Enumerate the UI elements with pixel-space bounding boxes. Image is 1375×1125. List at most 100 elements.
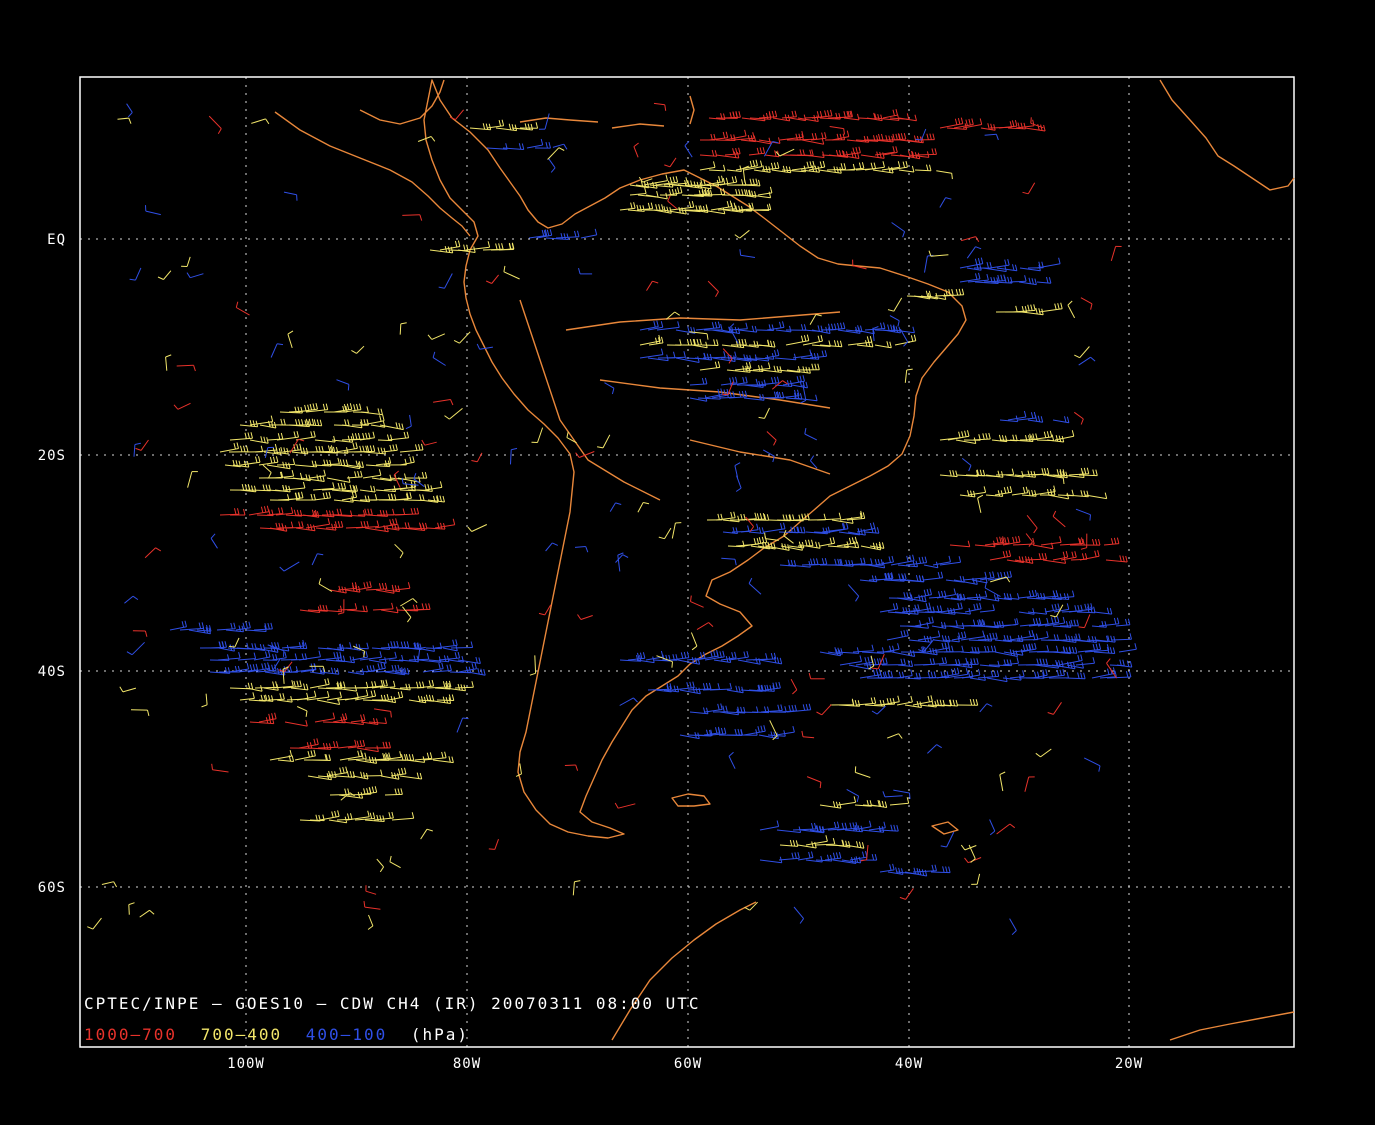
wind-barb (538, 113, 550, 130)
wind-barb (940, 831, 955, 848)
wind-barb (828, 322, 846, 331)
south-georgia (931, 821, 959, 835)
wind-barb (939, 117, 964, 129)
wind-barb (614, 802, 636, 809)
wind-barb (296, 690, 317, 701)
wind-barb (87, 917, 102, 930)
wind-barb (743, 725, 766, 736)
wind-barb (534, 141, 551, 149)
wind-barb (219, 442, 239, 453)
wind-barb (778, 852, 800, 861)
africa-coastline-south (1169, 1011, 1295, 1041)
wind-barb (939, 469, 958, 478)
wind-barb (759, 820, 780, 831)
wind-barb (922, 657, 948, 666)
wind-barb (881, 133, 901, 141)
wind-barb (139, 909, 155, 918)
wind-barb (350, 714, 366, 723)
wind-barb (488, 839, 499, 850)
wind-barb (1074, 346, 1090, 359)
wind-barb (912, 864, 937, 873)
wind-barb (693, 187, 711, 196)
wind-barb (1083, 757, 1101, 772)
wind-barb (940, 602, 963, 613)
wind-barb (511, 123, 534, 131)
wind-barb (282, 443, 302, 453)
wind-barb (763, 141, 779, 157)
wind-barb (847, 335, 873, 346)
wind-barb (837, 796, 857, 806)
wind-barb (1059, 537, 1084, 546)
wind-barb (914, 616, 934, 627)
wind-barb (615, 554, 629, 563)
wind-barb (899, 888, 914, 900)
wind-barb (664, 157, 677, 168)
wind-barb (1027, 607, 1048, 615)
wind-barb (363, 901, 381, 910)
wind-barb (1091, 667, 1116, 679)
wind-barb (801, 730, 815, 739)
wind-barb (284, 481, 306, 491)
wind-barb (1011, 486, 1029, 496)
wind-barb (633, 142, 639, 158)
wind-barb (979, 703, 993, 713)
antarctic-peninsula (611, 901, 757, 1041)
wind-barb (346, 470, 363, 479)
wind-barb (1041, 669, 1065, 679)
lon-label-60w: 60W (674, 1056, 702, 1072)
wind-barb (432, 351, 446, 366)
wind-barb (376, 858, 385, 873)
wind-barb (101, 881, 118, 888)
wind-barb (656, 321, 680, 331)
south-america-coastline (423, 79, 967, 839)
wind-map: EQ 20S 40S 60S 100W 80W 60W 40W 20W CPTE… (38, 76, 1295, 1072)
wind-barb (930, 866, 951, 874)
wind-barb (424, 481, 443, 491)
wind-barb (724, 129, 747, 141)
wind-barb (707, 280, 719, 298)
wind-barb (262, 464, 272, 479)
wind-barb (734, 462, 741, 478)
lat-label-20s: 20S (38, 448, 66, 464)
wind-barb (1110, 245, 1122, 262)
wind-barb (309, 678, 330, 689)
wind-barb (794, 132, 818, 141)
wind-barb (894, 334, 917, 346)
wind-barb (217, 651, 241, 661)
wind-barb (809, 314, 822, 325)
wind-barb (966, 246, 982, 259)
wind-barb (758, 407, 770, 419)
wind-barb (201, 693, 208, 708)
wind-barb (124, 595, 139, 604)
wind-barb (619, 202, 636, 211)
wind-barb (900, 646, 925, 653)
wind-barb (959, 272, 981, 283)
wind-barb (639, 348, 664, 359)
wind-barb (128, 902, 135, 915)
wind-barb (229, 432, 253, 441)
wind-barb (989, 550, 1012, 561)
wind-barb (636, 202, 654, 211)
wind-barb (1047, 702, 1062, 715)
wind-barb (949, 540, 971, 548)
wind-barb (829, 698, 855, 706)
wind-barb (979, 660, 1000, 668)
wind-barb (671, 522, 682, 539)
wind-barb (806, 776, 822, 789)
wind-barb (839, 655, 862, 666)
wind-barb (996, 823, 1016, 835)
wind-barb (951, 631, 967, 641)
wind-barb (816, 512, 842, 521)
wind-barb (399, 681, 425, 689)
wind-barb (837, 151, 860, 159)
wind-barb (890, 573, 907, 581)
wind-barb (871, 705, 886, 715)
wind-barb (545, 232, 569, 240)
wind-barb (258, 456, 279, 466)
wind-barb (914, 164, 932, 172)
wind-barb (748, 147, 766, 156)
wind-barb (779, 839, 799, 847)
wind-barb (888, 592, 912, 599)
wind-barb (1009, 629, 1034, 641)
wind-barb (666, 339, 682, 346)
